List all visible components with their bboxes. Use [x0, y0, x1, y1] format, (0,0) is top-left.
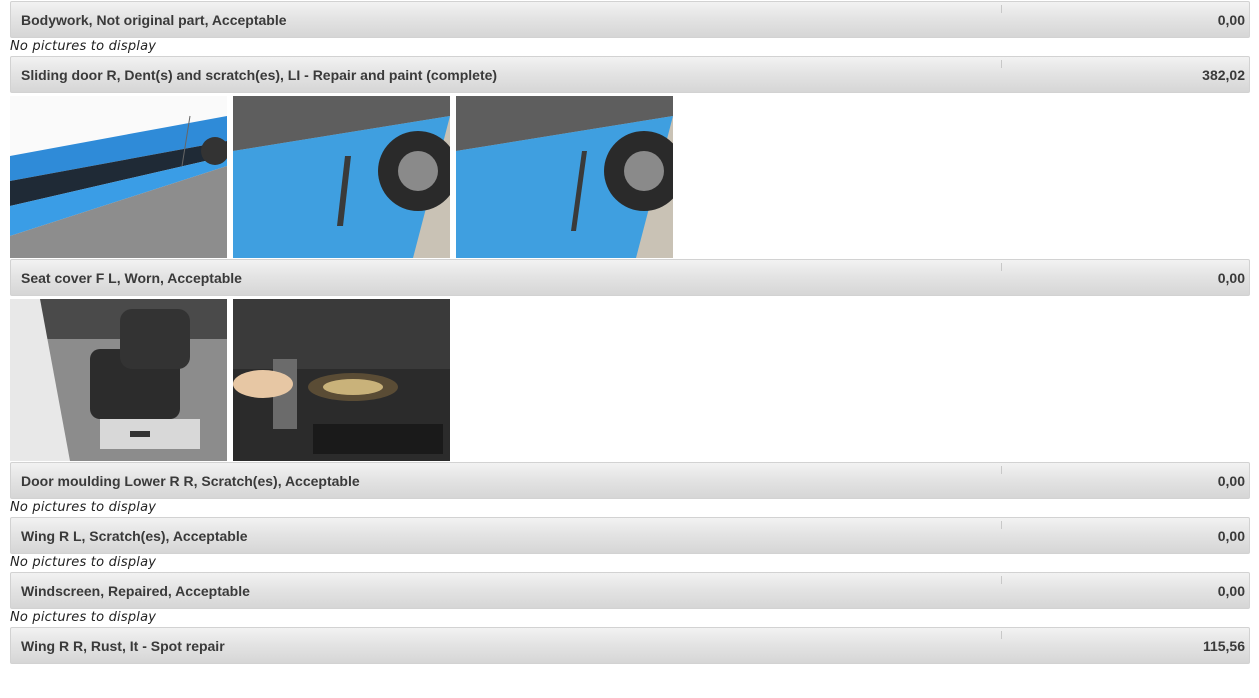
column-divider — [1001, 60, 1002, 68]
damage-amount: 382,02 — [1202, 66, 1245, 83]
no-pictures-text: No pictures to display — [10, 39, 157, 54]
column-divider — [1001, 576, 1002, 584]
damage-description: Seat cover F L, Worn, Acceptable — [21, 269, 242, 286]
column-divider — [1001, 5, 1002, 13]
damage-row[interactable]: Bodywork, Not original part, Acceptable … — [10, 1, 1250, 38]
damage-row[interactable]: Door moulding Lower R R, Scratch(es), Ac… — [10, 462, 1250, 499]
no-pictures-text: No pictures to display — [10, 500, 157, 515]
column-divider — [1001, 521, 1002, 529]
damage-row[interactable]: Wing R R, Rust, It - Spot repair 115,56 — [10, 627, 1250, 664]
damage-row[interactable]: Sliding door R, Dent(s) and scratch(es),… — [10, 56, 1250, 93]
seat-wear-closeup-photo[interactable] — [233, 299, 450, 461]
column-divider — [1001, 263, 1002, 271]
damage-description: Wing R R, Rust, It - Spot repair — [21, 637, 225, 654]
driver-seat-photo[interactable] — [10, 299, 227, 461]
damage-row[interactable]: Wing R L, Scratch(es), Acceptable 0,00 — [10, 517, 1250, 554]
damage-amount: 0,00 — [1217, 11, 1245, 28]
photo-strip — [10, 296, 1250, 462]
damage-description: Windscreen, Repaired, Acceptable — [21, 582, 250, 599]
photo-strip — [10, 93, 1250, 259]
door-dent-closeup-photo[interactable] — [456, 96, 673, 258]
damage-amount: 0,00 — [1217, 472, 1245, 489]
van-side-photo[interactable] — [10, 96, 227, 258]
damage-description: Bodywork, Not original part, Acceptable — [21, 11, 287, 28]
damage-amount: 115,56 — [1202, 637, 1245, 654]
damage-amount: 0,00 — [1217, 527, 1245, 544]
damage-row[interactable]: Seat cover F L, Worn, Acceptable 0,00 — [10, 259, 1250, 296]
no-pictures-text: No pictures to display — [10, 555, 157, 570]
column-divider — [1001, 466, 1002, 474]
column-divider — [1001, 631, 1002, 639]
damage-amount: 0,00 — [1217, 269, 1245, 286]
damage-description: Door moulding Lower R R, Scratch(es), Ac… — [21, 472, 360, 489]
damage-description: Wing R L, Scratch(es), Acceptable — [21, 527, 248, 544]
damage-list: Bodywork, Not original part, Acceptable … — [10, 0, 1250, 664]
door-dent-closeup-photo[interactable] — [233, 96, 450, 258]
no-pictures-text: No pictures to display — [10, 610, 157, 625]
damage-description: Sliding door R, Dent(s) and scratch(es),… — [21, 66, 498, 83]
damage-amount: 0,00 — [1217, 582, 1245, 599]
damage-row[interactable]: Windscreen, Repaired, Acceptable 0,00 — [10, 572, 1250, 609]
